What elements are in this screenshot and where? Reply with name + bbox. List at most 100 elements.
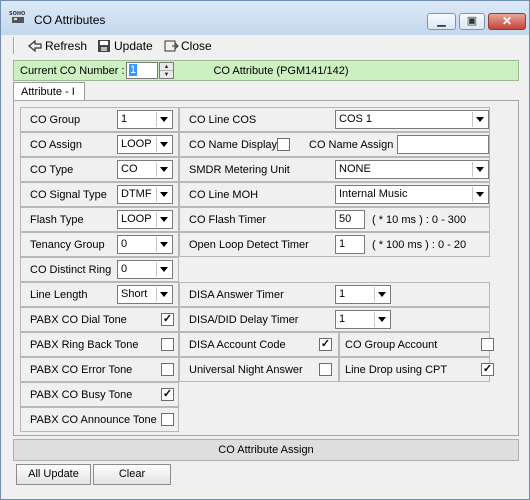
co-line-moh-value: Internal Music [339, 188, 408, 200]
disa-answer-timer-row: DISA Answer Timer 1 [179, 282, 490, 307]
chevron-down-icon[interactable] [156, 162, 171, 177]
pabx-co-error-tone-checkbox[interactable] [161, 363, 174, 376]
co-type-value: CO [121, 163, 138, 175]
flash-type-select[interactable]: LOOP [117, 210, 173, 229]
tenancy-group-select[interactable]: 0 [117, 235, 173, 254]
co-type-label: CO Type [30, 164, 74, 176]
close-exit-icon [164, 40, 179, 52]
tenancy-group-row: Tenancy Group 0 [20, 232, 179, 257]
disa-answer-timer-label: DISA Answer Timer [189, 289, 284, 301]
chevron-down-icon[interactable] [374, 287, 389, 302]
update-button[interactable]: Update [96, 37, 153, 55]
chevron-down-icon[interactable] [374, 312, 389, 327]
chevron-down-icon[interactable] [472, 187, 487, 202]
all-update-button[interactable]: All Update [16, 464, 91, 485]
title-bar[interactable]: SOHO CO Attributes ▁ ▣ ✕ [1, 1, 529, 35]
close-button[interactable]: Close [163, 37, 212, 55]
co-name-display-checkbox[interactable] [277, 138, 290, 151]
co-flash-timer-input[interactable]: 50 [335, 210, 365, 229]
chevron-down-icon[interactable] [156, 212, 171, 227]
disa-answer-timer-value: 1 [339, 288, 346, 300]
co-signal-type-row: CO Signal Type DTMF [20, 182, 179, 207]
pabx-co-error-tone-row: PABX CO Error Tone [20, 357, 179, 382]
co-name-assign-input[interactable] [397, 135, 489, 154]
line-length-select[interactable]: Short [117, 285, 173, 304]
line-drop-using-cpt-row: Line Drop using CPT ✓ [339, 357, 494, 382]
open-loop-detect-timer-range: ( * 100 ms ) : 0 - 20 [372, 239, 467, 251]
co-name-display-label: CO Name Display [189, 139, 278, 151]
disa-did-delay-timer-label: DISA/DID Delay Timer [189, 314, 299, 326]
co-group-account-row: CO Group Account [339, 332, 494, 357]
co-name-row: CO Name Display CO Name Assign [179, 132, 490, 157]
minimize-button[interactable]: ▁ [427, 13, 456, 30]
chevron-down-icon[interactable] [156, 187, 171, 202]
co-distinct-ring-label: CO Distinct Ring [30, 264, 112, 276]
disa-did-delay-timer-select[interactable]: 1 [335, 310, 391, 329]
pabx-co-busy-tone-label: PABX CO Busy Tone [30, 389, 133, 401]
co-line-cos-value: COS 1 [339, 113, 373, 125]
refresh-arrow-icon [28, 39, 42, 53]
maximize-icon: ▣ [466, 15, 478, 27]
co-attribute-assign-header: CO Attribute Assign [13, 439, 519, 461]
chevron-down-icon[interactable] [156, 262, 171, 277]
disa-account-code-row: DISA Account Code ✓ [179, 332, 339, 357]
co-type-row: CO Type CO [20, 157, 179, 182]
clear-button[interactable]: Clear [93, 464, 171, 485]
line-length-value: Short [121, 288, 148, 300]
chevron-down-icon[interactable] [156, 112, 171, 127]
co-assign-select[interactable]: LOOP [117, 135, 173, 154]
smdr-metering-unit-select[interactable]: NONE [335, 160, 489, 179]
open-loop-detect-timer-label: Open Loop Detect Timer [189, 239, 309, 251]
maximize-button[interactable]: ▣ [459, 13, 485, 30]
chevron-down-icon[interactable] [156, 287, 171, 302]
smdr-metering-unit-row: SMDR Metering Unit NONE [179, 157, 490, 182]
chevron-down-icon[interactable] [156, 137, 171, 152]
co-line-moh-select[interactable]: Internal Music [335, 185, 489, 204]
window-close-button[interactable]: ✕ [488, 13, 526, 30]
co-flash-timer-row: CO Flash Timer 50 ( * 10 ms ) : 0 - 300 [179, 207, 490, 232]
co-line-cos-select[interactable]: COS 1 [335, 110, 489, 129]
disa-account-code-label: DISA Account Code [189, 339, 286, 351]
co-group-account-checkbox[interactable] [481, 338, 494, 351]
pabx-co-announce-tone-row: PABX CO Announce Tone [20, 407, 179, 432]
pabx-ring-back-tone-label: PABX Ring Back Tone [30, 339, 139, 351]
smdr-metering-unit-value: NONE [339, 163, 371, 175]
co-type-select[interactable]: CO [117, 160, 173, 179]
refresh-button[interactable]: Refresh [27, 37, 87, 55]
co-group-account-label: CO Group Account [345, 339, 438, 351]
pabx-co-dial-tone-checkbox[interactable]: ✓ [161, 313, 174, 326]
co-group-select[interactable]: 1 [117, 110, 173, 129]
disa-did-delay-timer-value: 1 [339, 313, 346, 325]
chevron-down-icon[interactable] [156, 237, 171, 252]
co-group-row: CO Group 1 [20, 107, 179, 132]
toolbar: Refresh Update Close [10, 36, 529, 57]
co-group-label: CO Group [30, 114, 81, 126]
co-distinct-ring-select[interactable]: 0 [117, 260, 173, 279]
pabx-co-dial-tone-label: PABX CO Dial Tone [30, 314, 127, 326]
pabx-ring-back-tone-checkbox[interactable] [161, 338, 174, 351]
smdr-metering-unit-label: SMDR Metering Unit [189, 164, 290, 176]
tab-attribute-i[interactable]: Attribute - I [13, 82, 85, 101]
co-line-moh-row: CO Line MOH Internal Music [179, 182, 490, 207]
disa-account-code-checkbox[interactable]: ✓ [319, 338, 332, 351]
universal-night-answer-row: Universal Night Answer [179, 357, 339, 382]
co-signal-type-select[interactable]: DTMF [117, 185, 173, 204]
pabx-co-busy-tone-checkbox[interactable]: ✓ [161, 388, 174, 401]
chevron-down-icon[interactable] [472, 162, 487, 177]
universal-night-answer-checkbox[interactable] [319, 363, 332, 376]
co-line-moh-label: CO Line MOH [189, 189, 259, 201]
open-loop-detect-timer-input[interactable]: 1 [335, 235, 365, 254]
save-disk-icon [98, 40, 110, 52]
co-line-cos-label: CO Line COS [189, 114, 257, 126]
line-drop-using-cpt-label: Line Drop using CPT [345, 364, 448, 376]
pabx-co-announce-tone-checkbox[interactable] [161, 413, 174, 426]
refresh-label: Refresh [45, 39, 88, 53]
chevron-down-icon[interactable] [472, 112, 487, 127]
attribute-panel: CO Group 1 CO Assign LOOP CO Type CO CO … [13, 100, 519, 436]
flash-type-label: Flash Type [30, 214, 84, 226]
window-title: CO Attributes [34, 13, 106, 27]
line-drop-using-cpt-checkbox[interactable]: ✓ [481, 363, 494, 376]
disa-answer-timer-select[interactable]: 1 [335, 285, 391, 304]
pabx-co-busy-tone-row: PABX CO Busy Tone ✓ [20, 382, 179, 407]
co-distinct-ring-row: CO Distinct Ring 0 [20, 257, 179, 282]
